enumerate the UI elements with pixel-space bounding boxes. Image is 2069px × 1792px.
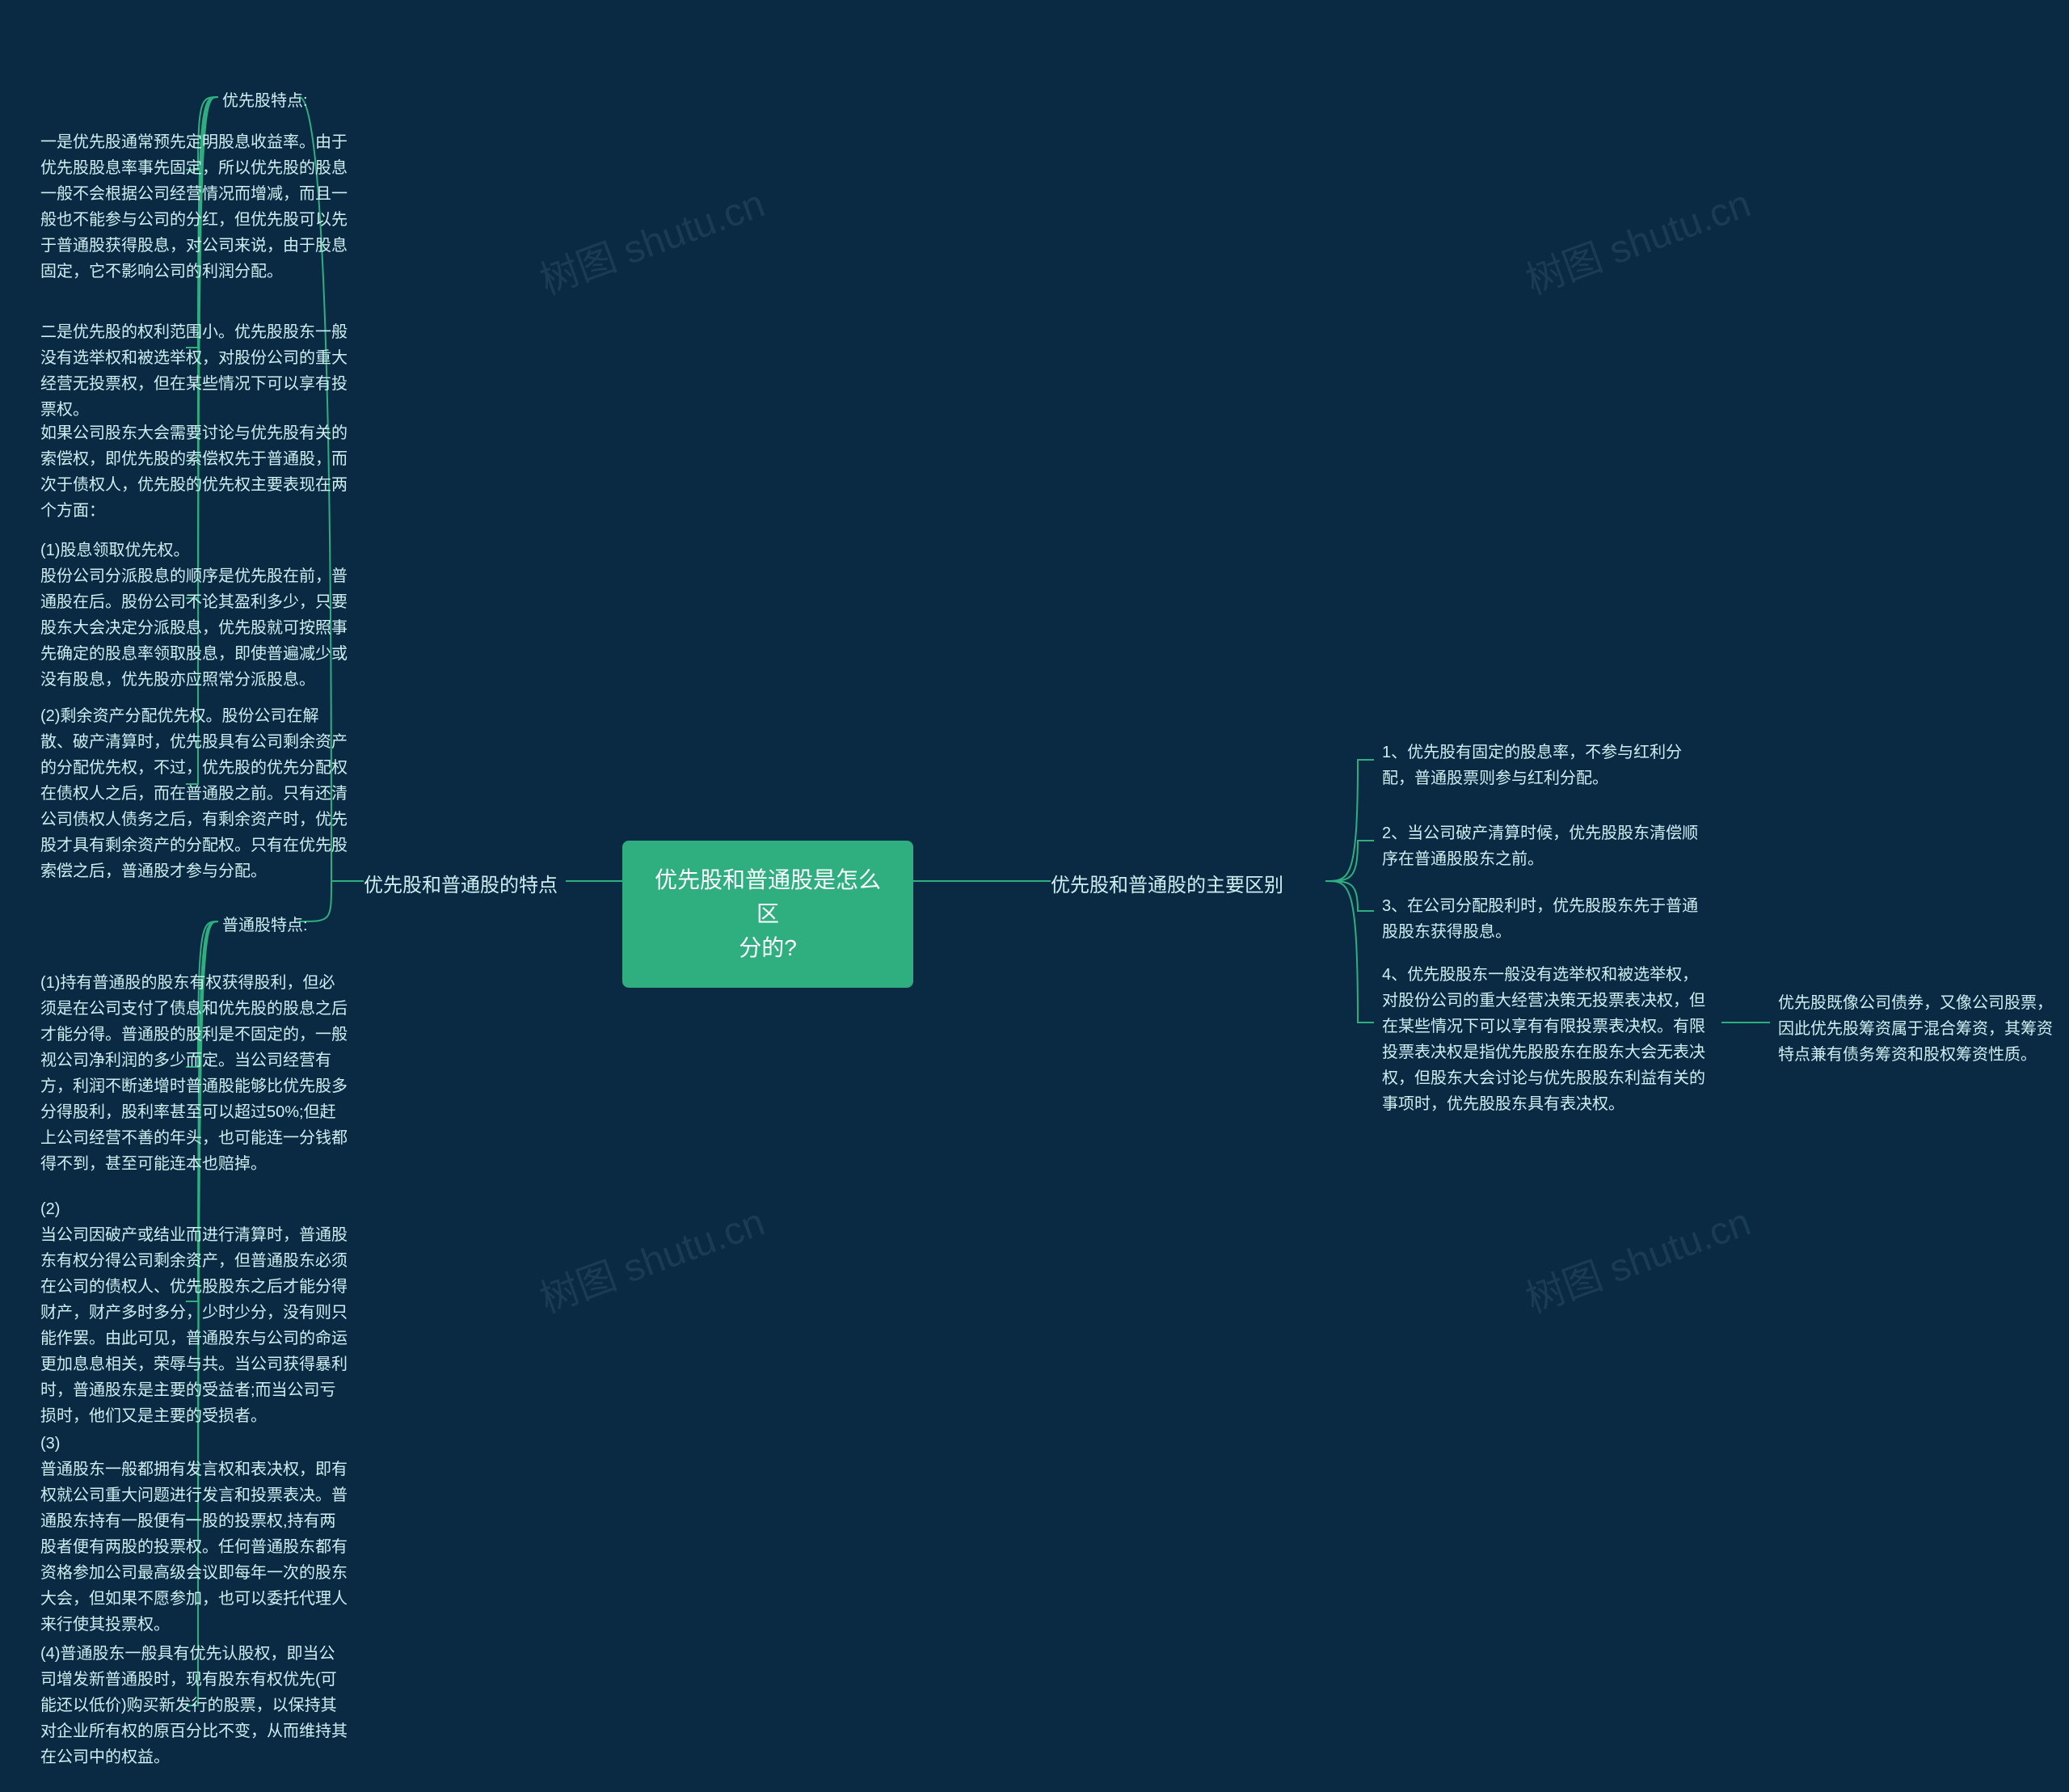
pref-item-2: 二是优先股的权利范围小。优先股股东一般没有选举权和被选举权，对股份公司的重大经营… (40, 319, 348, 423)
root-node: 优先股和普通股是怎么区分的? (622, 841, 913, 988)
pref-item-3: 如果公司股东大会需要讨论与优先股有关的索偿权，即优先股的索偿权先于普通股，而次于… (40, 420, 348, 524)
left-branch-label: 优先股和普通股的特点 (364, 869, 558, 897)
watermark: 树图 shutu.cn (531, 171, 771, 305)
pref-item-4: (1)股息领取优先权。股份公司分派股息的顺序是优先股在前，普通股在后。股份公司不… (40, 538, 348, 693)
diff-item-4-child: 优先股既像公司债券，又像公司股票，因此优先股筹资属于混合筹资，其筹资特点兼有债务… (1778, 990, 2053, 1068)
common-item-3: (3)普通股东一般都拥有发言权和表决权，即有权就公司重大问题进行发言和投票表决。… (40, 1431, 348, 1638)
pref-item-5: (2)剩余资产分配优先权。股份公司在解散、破产清算时，优先股具有公司剩余资产的分… (40, 703, 348, 884)
pref-item-1: 一是优先股通常预先定明股息收益率。由于优先股股息率事先固定，所以优先股的股息一般… (40, 129, 348, 285)
diff-item-3: 3、在公司分配股利时，优先股股东先于普通股股东获得股息。 (1382, 893, 1713, 945)
common-item-2: (2)当公司因破产或结业而进行清算时，普通股东有权分得公司剩余资产，但普通股东必… (40, 1196, 348, 1429)
right-branch-label: 优先股和普通股的主要区别 (1051, 869, 1283, 897)
diff-item-1: 1、优先股有固定的股息率，不参与红利分配，普通股票则参与红利分配。 (1382, 740, 1713, 791)
common-features-label: 普通股特点: (222, 912, 308, 935)
watermark: 树图 shutu.cn (531, 1190, 771, 1323)
preferred-features-label: 优先股特点: (222, 87, 308, 111)
watermark: 树图 shutu.cn (1517, 1190, 1757, 1323)
diff-item-2: 2、当公司破产清算时候，优先股股东清偿顺序在普通股股东之前。 (1382, 820, 1713, 872)
diff-item-4: 4、优先股股东一般没有选举权和被选举权，对股份公司的重大经营决策无投票表决权，但… (1382, 962, 1713, 1117)
watermark: 树图 shutu.cn (1517, 171, 1757, 305)
common-item-4: (4)普通股东一般具有优先认股权，即当公司增发新普通股时，现有股东有权优先(可能… (40, 1641, 348, 1770)
common-item-1: (1)持有普通股的股东有权获得股利，但必须是在公司支付了债息和优先股的股息之后才… (40, 970, 348, 1177)
